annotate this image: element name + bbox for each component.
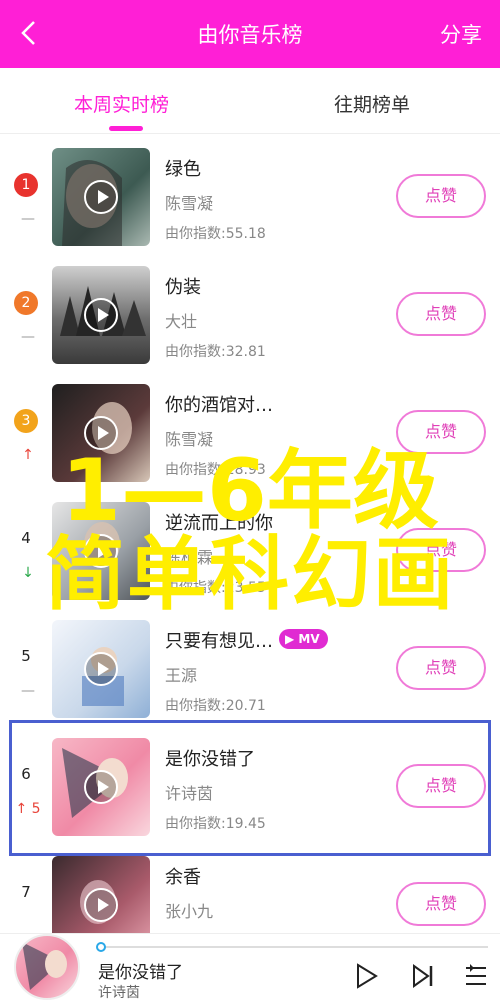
album-cover[interactable] [52, 620, 150, 718]
app-header: 由你音乐榜 分享 [0, 0, 500, 68]
tab-this-week[interactable]: 本周实时榜 [74, 90, 169, 117]
like-button[interactable]: 点赞 [396, 882, 486, 926]
play-icon[interactable] [84, 652, 118, 686]
chart-index: 由你指数:32.81 [165, 344, 266, 360]
like-button[interactable]: 点赞 [396, 646, 486, 690]
active-tab-indicator [109, 126, 143, 131]
now-playing-title: 是你没错了 [98, 963, 183, 983]
play-icon[interactable] [84, 888, 118, 922]
artist-name[interactable]: 王源 [165, 662, 197, 686]
cover-art-pink-girl-icon [22, 942, 67, 990]
tab-bar: 本周实时榜 往期榜单 [0, 68, 500, 134]
song-title: 伪装 [165, 277, 201, 298]
play-icon[interactable] [84, 180, 118, 214]
mv-badge[interactable]: ▶ MV [279, 629, 328, 649]
like-button[interactable]: 点赞 [396, 174, 486, 218]
song-title: 只要有想见… [165, 631, 273, 652]
next-icon[interactable] [410, 962, 436, 990]
trend-indicator: — [21, 329, 35, 345]
artist-name[interactable]: 陈雪凝 [165, 190, 213, 214]
song-row[interactable]: 1 — 绿色 陈雪凝 由你指数:55.18 点赞 [0, 135, 500, 253]
chart-index: 由你指数:55.18 [165, 226, 266, 242]
trend-indicator: — [21, 683, 35, 699]
share-button[interactable]: 分享 [440, 19, 482, 49]
trend-indicator: — [21, 211, 35, 227]
play-triangle-icon: ▶ [285, 632, 295, 646]
chart-index: 由你指数:20.71 [165, 698, 266, 714]
rank-badge: 1 [14, 173, 38, 197]
play-icon[interactable] [354, 962, 380, 990]
mini-album-cover[interactable] [14, 934, 80, 1000]
song-row[interactable]: 2 — 伪装 大壮 由你指数:32.81 点赞 [0, 253, 500, 371]
album-cover[interactable] [52, 148, 150, 246]
rank-number: 7 [21, 883, 31, 901]
album-cover[interactable] [52, 266, 150, 364]
playlist-icon[interactable] [464, 962, 490, 990]
mini-player[interactable]: 是你没错了 许诗茵 [0, 933, 500, 1000]
song-title: 余香 [165, 867, 201, 888]
progress-track[interactable] [100, 946, 488, 948]
play-icon[interactable] [84, 298, 118, 332]
rank-badge: 2 [14, 291, 38, 315]
artist-name[interactable]: 大壮 [165, 308, 197, 332]
overlay-subheadline: 简单科幻画 [45, 528, 455, 621]
mv-label: MV [298, 632, 320, 646]
artist-name[interactable]: 张小九 [165, 898, 213, 922]
like-button[interactable]: 点赞 [396, 292, 486, 336]
rank-number: 5 [21, 647, 31, 665]
progress-knob[interactable] [96, 942, 106, 952]
tab-past-charts[interactable]: 往期榜单 [334, 90, 410, 117]
song-title: 绿色 [165, 159, 201, 180]
page-title: 由你音乐榜 [197, 23, 303, 47]
selection-highlight-box [9, 720, 491, 856]
now-playing-artist: 许诗茵 [98, 985, 140, 1000]
song-title: 你的酒馆对… [165, 395, 273, 416]
